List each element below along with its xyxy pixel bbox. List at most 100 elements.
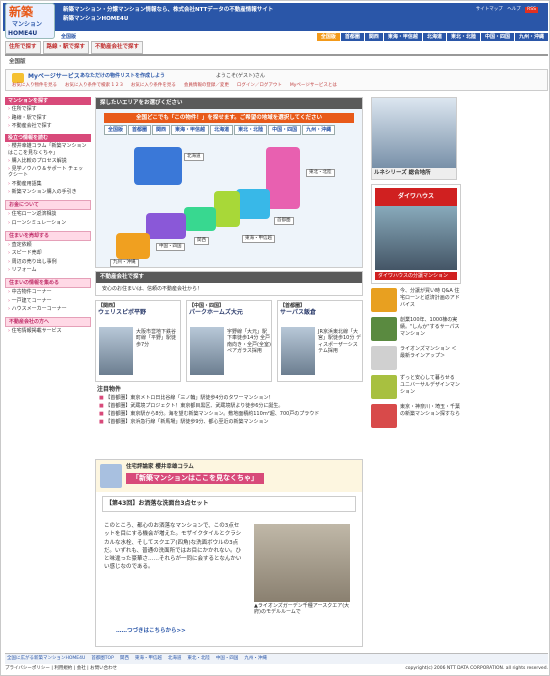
- column-more-link[interactable]: ……つづきはこちらから>>: [116, 628, 186, 635]
- map-tab[interactable]: 中国・四国: [268, 124, 302, 136]
- nav-company[interactable]: 不動産会社で探す: [91, 41, 144, 54]
- footer-link[interactable]: 関西: [120, 656, 129, 662]
- sitemap-link[interactable]: サイトマップ: [476, 7, 503, 12]
- sidebar-item[interactable]: ハウスメーカーコーナー: [5, 305, 91, 313]
- right-link[interactable]: ライオンズマンション ＜最新ラインアップ＞: [371, 346, 461, 371]
- region-tab-hokkaido[interactable]: 北海道: [422, 32, 446, 42]
- map-tab[interactable]: 九州・沖縄: [302, 124, 336, 136]
- region-tab-kansai[interactable]: 関西: [364, 32, 383, 42]
- mypage-link[interactable]: お気に入り物件を見る: [12, 83, 57, 89]
- site-logo[interactable]: 新築 マンション HOME4U: [5, 3, 55, 39]
- right-link[interactable]: 今、分譲が買い時 Q&A 住宅ローンと返済計画のアドバイス: [371, 288, 461, 313]
- map-label-kansai[interactable]: 関西: [194, 236, 209, 245]
- map-tab[interactable]: 首都圏: [128, 124, 152, 136]
- mypage-link[interactable]: お気に入り条件を見る: [131, 83, 176, 89]
- region-tab-tokai[interactable]: 東海・甲信越: [383, 32, 422, 42]
- property-photo[interactable]: [99, 327, 133, 375]
- mypage-title[interactable]: Myページサービス: [28, 73, 80, 81]
- mypage-link[interactable]: 会員情報の登録／変更: [184, 83, 229, 89]
- sidebar-item[interactable]: 中古物件コーナー: [5, 288, 91, 296]
- news-item[interactable]: 【首都圏】武蔵境プロジェクト！東京都目黒区、武蔵境駅より徒歩6分に誕生。: [95, 402, 363, 410]
- region-tab-national[interactable]: 全国版: [316, 32, 340, 42]
- daiwa-banner[interactable]: ダイワハウス ダイワハウスの分譲マンション: [371, 183, 461, 285]
- sidebar-item[interactable]: 見学ノウハウ＆サポート チェックシート: [5, 165, 91, 180]
- sidebar-item[interactable]: 住宅ローン返済相談: [5, 210, 91, 218]
- map-tab[interactable]: 東北・北陸: [234, 124, 268, 136]
- sidebar-item[interactable]: 新築マンション購入の手引き: [5, 188, 91, 196]
- right-link-text[interactable]: 東京・神奈川・埼玉・千葉の新築マンション探すなら: [400, 404, 461, 428]
- map-region-tokai[interactable]: [214, 190, 240, 227]
- privacy-link[interactable]: プライバシーポリシー: [5, 666, 50, 671]
- ad-image[interactable]: [372, 98, 456, 168]
- sidebar-item[interactable]: 不動産会社で探す: [5, 122, 91, 130]
- mypage-link[interactable]: Myページサービスとは: [290, 83, 337, 89]
- map-region-hokkaido[interactable]: [134, 146, 182, 185]
- property-card[interactable]: 【首都圏】 サーパス飯倉 JR京浜東北線「大宮」駅徒歩10分 ディスポーザーシス…: [277, 300, 363, 382]
- column-title[interactable]: 「新築マンションはここを見なくちゃ」: [126, 473, 264, 484]
- map-region-shutoken[interactable]: [236, 188, 270, 219]
- map-label-tokai[interactable]: 東海・甲信越: [242, 234, 275, 243]
- footer-link[interactable]: 東海・甲信越: [135, 656, 162, 662]
- map-label-tohoku[interactable]: 東北・北陸: [306, 168, 335, 177]
- nav-station[interactable]: 路線・駅で探す: [42, 41, 90, 54]
- sidebar-item[interactable]: 購入比較のプロセス解説: [5, 157, 91, 165]
- sidebar-item[interactable]: 周辺の売り出し事例: [5, 258, 91, 266]
- sidebar-item[interactable]: 不動産用語集: [5, 180, 91, 188]
- sidebar-item[interactable]: 一戸建てコーナー: [5, 297, 91, 305]
- footer-link[interactable]: 北海道: [168, 656, 182, 662]
- sidebar-item[interactable]: スピード売却: [5, 249, 91, 257]
- right-link[interactable]: 創業100年、1000棟の実績。"しんか"するサーパスマンション: [371, 317, 461, 342]
- right-link-text[interactable]: ライオンズマンション ＜最新ラインアップ＞: [400, 346, 461, 370]
- region-tab-kyushu[interactable]: 九州・沖縄: [514, 32, 548, 42]
- sidebar-item[interactable]: ローンシミュレーション: [5, 219, 91, 227]
- footer-link[interactable]: 九州・沖縄: [244, 656, 267, 662]
- map-label-shutoken[interactable]: 首都圏: [274, 216, 294, 225]
- footer-link[interactable]: 中国・四国: [216, 656, 239, 662]
- map-region-kyushu[interactable]: [116, 232, 150, 259]
- region-tab-shutoken[interactable]: 首都圏: [340, 32, 364, 42]
- map-label-chugoku[interactable]: 中国・四国: [156, 242, 185, 251]
- property-name[interactable]: サーパス飯倉: [280, 309, 360, 317]
- map-tab[interactable]: 全国版: [104, 124, 128, 136]
- map-region-chugoku[interactable]: [146, 212, 186, 239]
- mypage-link[interactable]: ログイン／ログアウト: [237, 83, 282, 89]
- footer-link[interactable]: 東北・北陸: [187, 656, 210, 662]
- mypage-link[interactable]: お気に入り条件で検索 1 2 3: [65, 83, 123, 89]
- map-region-kansai[interactable]: [184, 206, 216, 231]
- right-link-text[interactable]: ずっと安心して暮らせる ユニバーサルデザインマンション: [400, 375, 461, 399]
- property-card[interactable]: 【関西】 ウェリスピボ平野 大阪市営地下鉄谷町線「平野」駅徒歩7分: [95, 300, 181, 382]
- right-link[interactable]: 東京・神奈川・埼玉・千葉の新築マンション探すなら: [371, 404, 461, 429]
- sidebar-item[interactable]: 査定依頼: [5, 241, 91, 249]
- right-link[interactable]: ずっと安心して暮らせる ユニバーサルデザインマンション: [371, 375, 461, 400]
- map-tab[interactable]: 北海道: [210, 124, 234, 136]
- sidebar-item[interactable]: 櫻井幸雄コラム「新築マンションはここを見なくちゃ」: [5, 142, 91, 157]
- news-item[interactable]: 【首都圏】東京駅から8分。海を望む新築マンション。敷地面積約110ｍ²超、700…: [95, 410, 363, 418]
- contact-link[interactable]: お問い合わせ: [90, 666, 117, 671]
- property-name[interactable]: ウェリスピボ平野: [98, 309, 178, 317]
- sidebar-item[interactable]: 住宅情報掲載サービス: [5, 327, 91, 335]
- region-tab-tohoku[interactable]: 東北・北陸: [446, 32, 480, 42]
- map-tab[interactable]: 東海・甲信越: [171, 124, 210, 136]
- news-item[interactable]: 【首都圏】東京メトロ日比谷線「三ノ輪」駅徒歩4分のタワーマンション！: [95, 394, 363, 402]
- map-tab[interactable]: 関西: [152, 124, 171, 136]
- right-link-text[interactable]: 創業100年、1000棟の実績。"しんか"するサーパスマンション: [400, 317, 461, 341]
- company-link[interactable]: 会社: [77, 666, 86, 671]
- sidebar-item[interactable]: 路線・駅で探す: [5, 114, 91, 122]
- region-tab-chugoku[interactable]: 中国・四国: [480, 32, 514, 42]
- sidebar-item[interactable]: リフォーム: [5, 266, 91, 274]
- property-card[interactable]: 【中国・四国】 パークホームズ大元 宇野線「大元」駅下車徒歩14分 全戸南向き・…: [186, 300, 272, 382]
- property-name[interactable]: パークホームズ大元: [189, 309, 269, 317]
- right-link-text[interactable]: 今、分譲が買い時 Q&A 住宅ローンと返済計画のアドバイス: [400, 288, 461, 312]
- terms-link[interactable]: 利用規約: [54, 666, 72, 671]
- property-photo[interactable]: [281, 327, 315, 375]
- sidebar-item[interactable]: 住所で探す: [5, 105, 91, 113]
- footer-link[interactable]: 首都圏TOP: [91, 656, 114, 662]
- rss-badge[interactable]: RSS: [525, 7, 538, 13]
- help-link[interactable]: ヘルプ: [507, 7, 521, 12]
- map-region-tohoku[interactable]: [266, 146, 300, 209]
- news-item[interactable]: 【首都圏】京浜急行線「新馬場」駅徒歩9分、都心至近の新築マンション: [95, 418, 363, 426]
- property-photo[interactable]: [190, 327, 224, 375]
- map-label-hokkaido[interactable]: 北海道: [184, 152, 204, 161]
- ad-banner[interactable]: ルネシリーズ 総合地所: [371, 97, 457, 180]
- nav-address[interactable]: 住所で探す: [5, 41, 41, 54]
